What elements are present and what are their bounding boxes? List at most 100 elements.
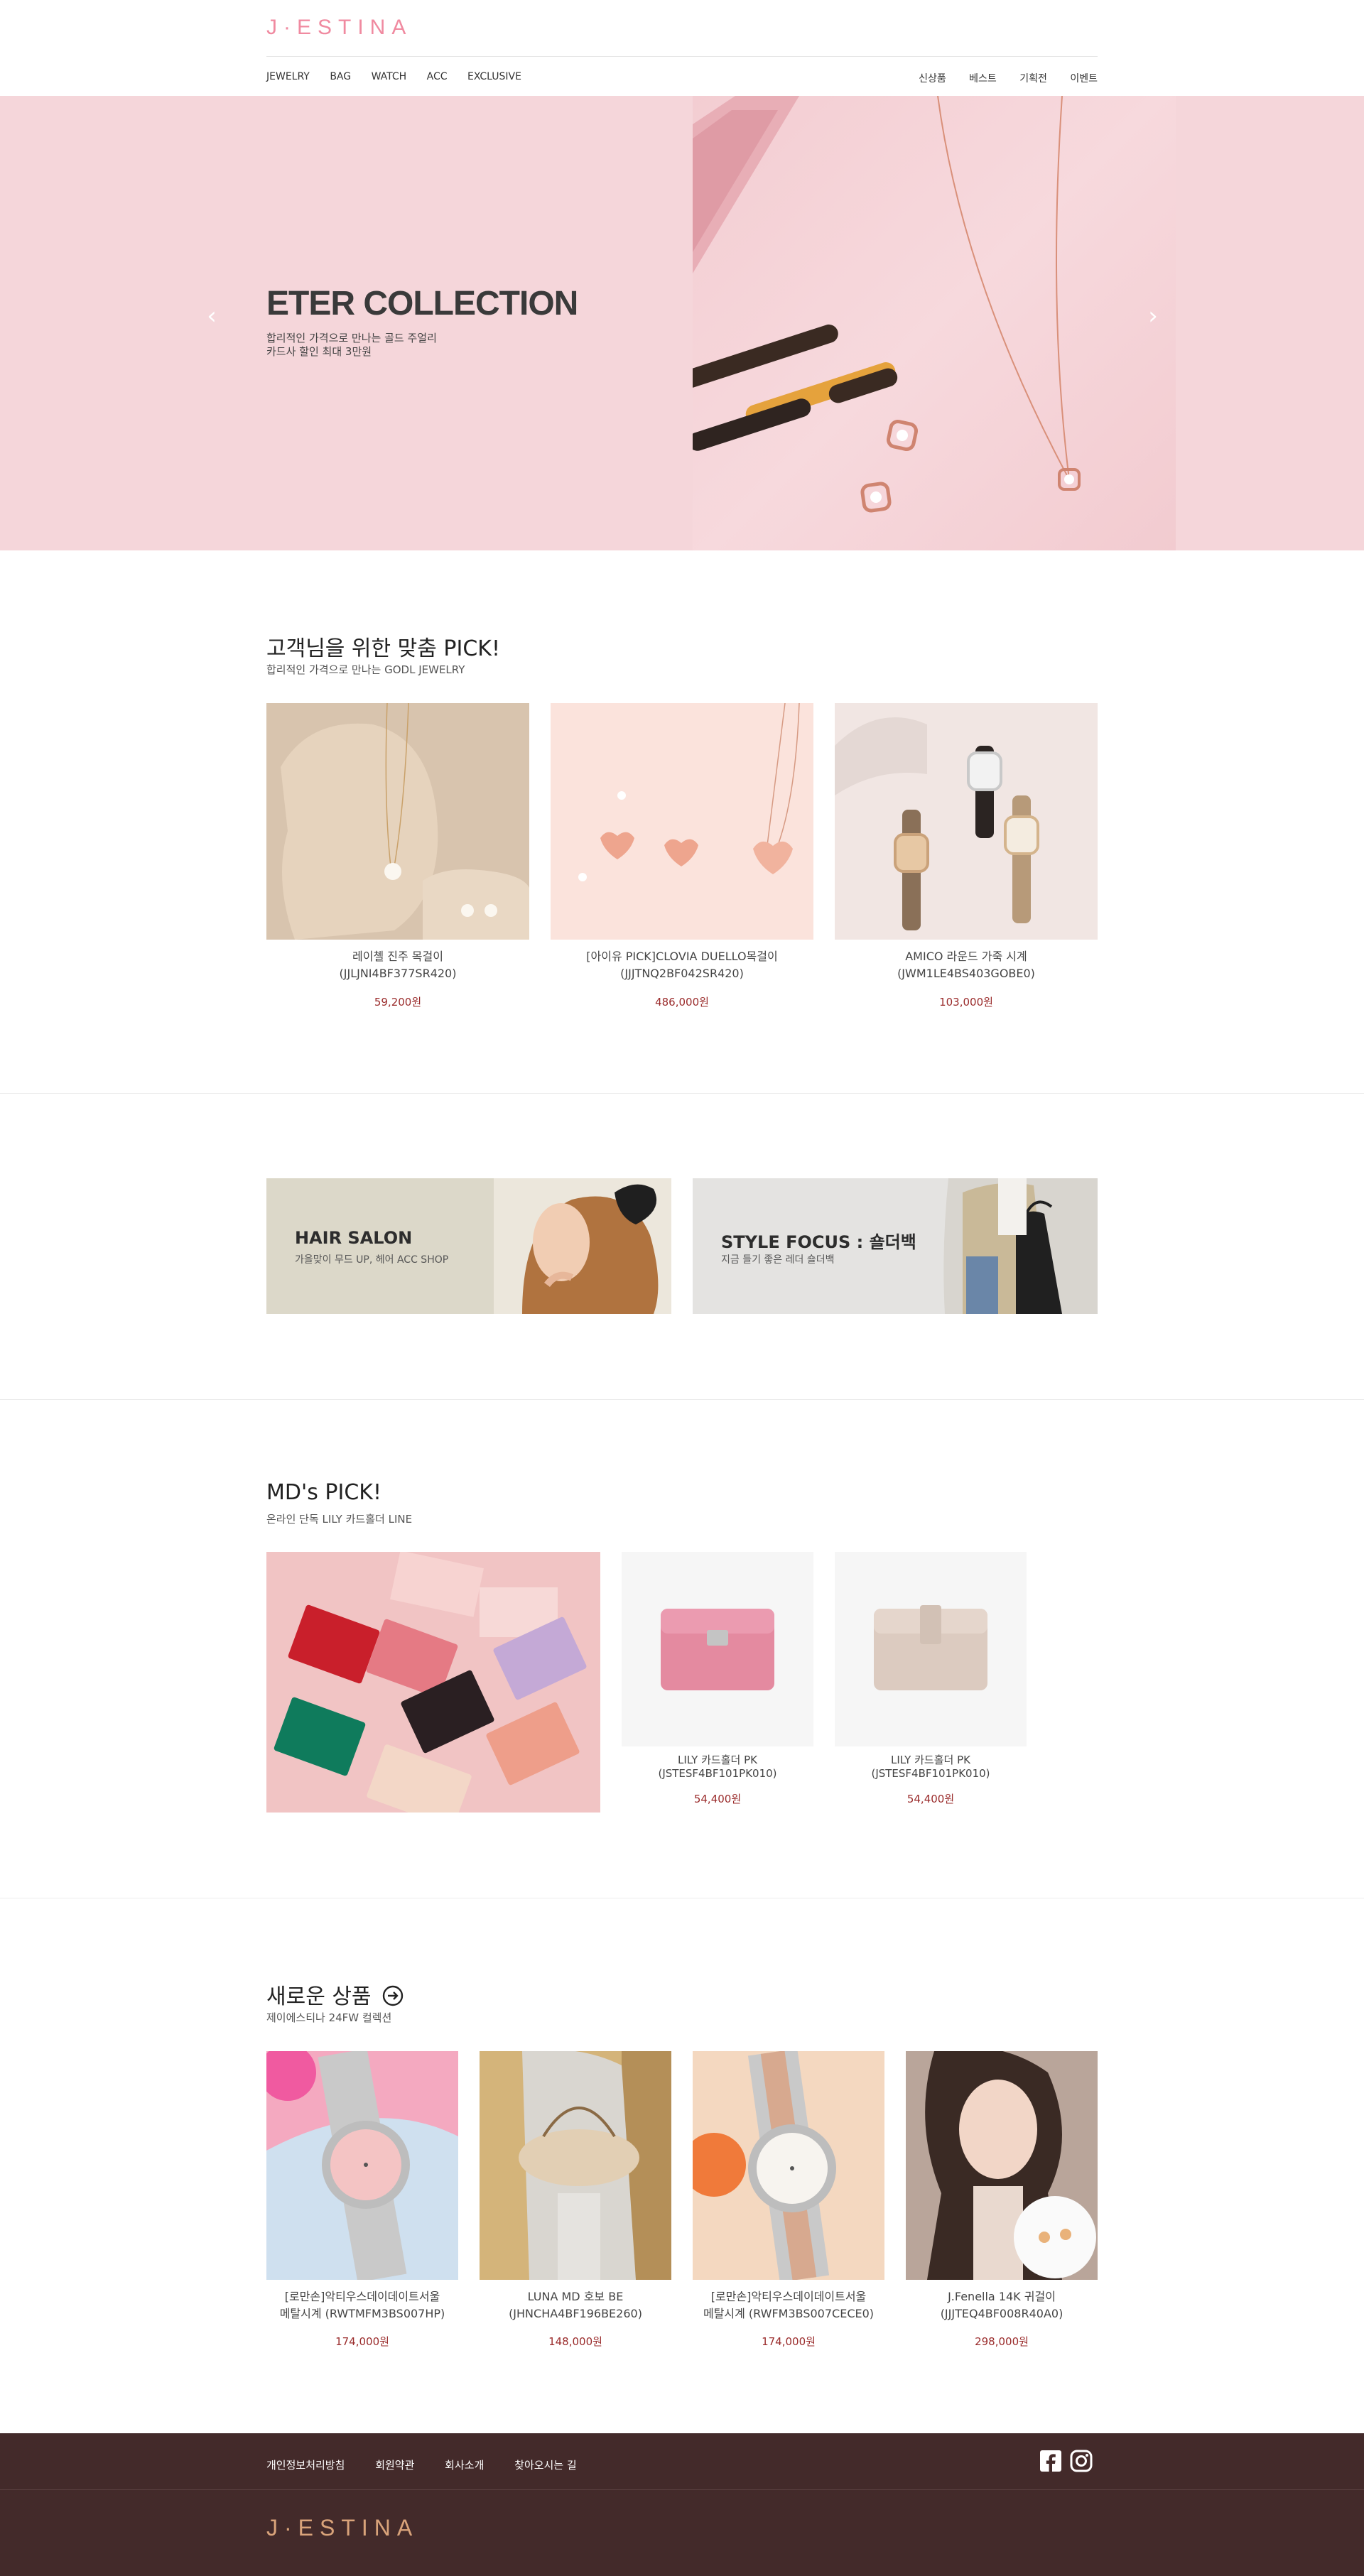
nav-events[interactable]: 이벤트 — [1070, 71, 1098, 85]
product-name[interactable]: LILY 카드홀더 PK (JSTESF4BF101PK010) — [835, 1754, 1027, 1781]
product-price: 298,000원 — [975, 2335, 1029, 2348]
footer-logo[interactable]: J·ESTINA — [266, 2515, 418, 2541]
banner-subtitle: 가을맞이 무드 UP, 헤어 ACC SHOP — [295, 1254, 449, 1266]
nav-best[interactable]: 베스트 — [969, 71, 997, 85]
product-name-line1: LUNA MD 호보 BE — [527, 2290, 624, 2303]
product-image-earring-model — [906, 2051, 1098, 2280]
product-card[interactable]: LUNA MD 호보 BE (JHNCHA4BF196BE260) 148,00… — [480, 2051, 671, 2357]
hero-prev-arrow-icon[interactable]: ‹ — [197, 302, 226, 330]
product-name[interactable]: LILY 카드홀더 PK (JSTESF4BF101PK010) — [622, 1754, 813, 1781]
banner-hair-salon[interactable]: HAIR SALON 가을맞이 무드 UP, 헤어 ACC SHOP — [266, 1178, 671, 1314]
new-section-subtitle: 제이에스티나 24FW 컬렉션 — [266, 2011, 392, 2024]
product-price: 59,200원 — [374, 996, 422, 1009]
nav-watch[interactable]: WATCH — [372, 71, 407, 82]
product-price: 174,000원 — [335, 2335, 389, 2348]
banner-title: STYLE FOCUS : 숄더백 — [721, 1232, 916, 1252]
product-image-white-dial-watch — [693, 2051, 884, 2280]
product-image-pink-cardholder — [622, 1552, 813, 1746]
nav-jewelry[interactable]: JEWELRY — [266, 71, 310, 82]
product-card[interactable]: AMICO 라운드 가죽 시계 (JWM1LE4BS403GOBE0) 103,… — [835, 703, 1098, 1016]
nav-exclusive[interactable]: EXCLUSIVE — [467, 71, 521, 82]
product-name[interactable]: LUNA MD 호보 BE (JHNCHA4BF196BE260) — [480, 2288, 671, 2322]
md-feature-image[interactable] — [266, 1552, 600, 1813]
main-nav: JEWELRY BAG WATCH ACC EXCLUSIVE 신상품 베스트 … — [266, 71, 1098, 87]
product-name[interactable]: 레이첼 진주 목걸이 (JJLJNI4BF377SR420) — [266, 948, 529, 982]
product-name-line1: [아이유 PICK]CLOVIA DUELLO목걸이 — [586, 950, 778, 963]
product-price: 148,000원 — [548, 2335, 602, 2348]
product-name-line1: AMICO 라운드 가죽 시계 — [905, 950, 1027, 963]
product-name-line1: [로만손]악티우스데이데이트서울 — [710, 2290, 867, 2303]
md-section-title: MD's PICK! — [266, 1480, 381, 1505]
product-name-line2: (JWM1LE4BS403GOBE0) — [897, 967, 1035, 980]
nav-bag[interactable]: BAG — [330, 71, 351, 82]
product-card[interactable]: 레이첼 진주 목걸이 (JJLJNI4BF377SR420) 59,200원 — [266, 703, 529, 1016]
product-name-line1: LILY 카드홀더 PK — [678, 1754, 757, 1766]
product-price: 54,400원 — [693, 1793, 742, 1805]
section-divider — [0, 1093, 1364, 1094]
hero-banner[interactable]: ETER COLLECTION 합리적인 가격으로 만나는 골드 주얼리 카드사… — [0, 96, 1364, 550]
banner-style-focus[interactable]: STYLE FOCUS : 숄더백 지금 들기 좋은 레더 숄더백 — [693, 1178, 1098, 1314]
footer-link-privacy[interactable]: 개인정보처리방침 — [266, 2459, 345, 2472]
product-card[interactable]: [로만손]악티우스데이데이트서울 메탈시계 (RWFM3BS007CECE0) … — [693, 2051, 884, 2357]
product-name[interactable]: [로만손]악티우스데이데이트서울 메탈시계 (RWTMFM3BS007HP) — [266, 2288, 458, 2322]
banner-title: HAIR SALON — [295, 1228, 413, 1248]
product-name[interactable]: [로만손]악티우스데이데이트서울 메탈시계 (RWFM3BS007CECE0) — [693, 2288, 884, 2322]
facebook-icon[interactable] — [1039, 2449, 1063, 2473]
arrow-circle-icon[interactable] — [382, 1985, 404, 2006]
hero-subtitle: 합리적인 가격으로 만나는 골드 주얼리 카드사 할인 최대 3만원 — [266, 332, 437, 359]
hero-subtitle-line2: 카드사 할인 최대 3만원 — [266, 345, 372, 358]
site-footer: 개인정보처리방침 회원약관 회사소개 찾아오시는 길 J·ESTINA — [0, 2433, 1364, 2576]
product-image-beige-cardholder — [835, 1552, 1027, 1746]
footer-link-terms[interactable]: 회원약관 — [375, 2459, 414, 2472]
hero-necklace-image — [681, 96, 1176, 550]
product-name[interactable]: AMICO 라운드 가죽 시계 (JWM1LE4BS403GOBE0) — [835, 948, 1098, 982]
nav-acc[interactable]: ACC — [427, 71, 448, 82]
footer-links: 개인정보처리방침 회원약관 회사소개 찾아오시는 길 — [266, 2457, 604, 2472]
product-image-pearl-necklace — [266, 703, 529, 940]
product-name-line2: (JJLJNI4BF377SR420) — [339, 967, 457, 980]
product-name-line1: LILY 카드홀더 PK — [891, 1754, 970, 1766]
product-name[interactable]: J.Fenella 14K 귀걸이 (JJJTEQ4BF008R40A0) — [906, 2288, 1098, 2322]
site-logo[interactable]: J·ESTINA — [266, 16, 412, 40]
nav-promotions[interactable]: 기획전 — [1019, 71, 1047, 85]
product-name-line2: (JJJTEQ4BF008R40A0) — [940, 2307, 1063, 2320]
product-card[interactable]: [아이유 PICK]CLOVIA DUELLO목걸이 (JJJTNQ2BF042… — [551, 703, 813, 1016]
product-card[interactable]: [로만손]악티우스데이데이트서울 메탈시계 (RWTMFM3BS007HP) 1… — [266, 2051, 458, 2357]
product-name-line2: 메탈시계 (RWTMFM3BS007HP) — [279, 2307, 445, 2320]
product-name-line1: 레이첼 진주 목걸이 — [352, 950, 443, 963]
product-name-line2: (JSTESF4BF101PK010) — [871, 1767, 990, 1780]
product-card[interactable]: J.Fenella 14K 귀걸이 (JJJTEQ4BF008R40A0) 29… — [906, 2051, 1098, 2357]
product-card[interactable]: LILY 카드홀더 PK (JSTESF4BF101PK010) 54,400원 — [622, 1552, 813, 1808]
product-image-hobo-bag — [480, 2051, 671, 2280]
new-section-title-wrap[interactable]: 새로운 상품 — [266, 1979, 404, 2010]
product-price: 103,000원 — [939, 996, 993, 1009]
new-section-title: 새로운 상품 — [266, 1984, 372, 2009]
product-image-heart-necklace — [551, 703, 813, 940]
product-name-line2: (JSTESF4BF101PK010) — [658, 1767, 777, 1780]
product-name-line1: J.Fenella 14K 귀걸이 — [948, 2290, 1056, 2303]
footer-link-company[interactable]: 회사소개 — [445, 2459, 484, 2472]
nav-new-arrivals[interactable]: 신상품 — [919, 71, 946, 85]
banner-subtitle: 지금 들기 좋은 레더 숄더백 — [721, 1254, 835, 1266]
product-name-line1: [로만손]악티우스데이데이트서울 — [284, 2290, 440, 2303]
footer-link-directions[interactable]: 찾아오시는 길 — [514, 2459, 577, 2472]
header-divider — [266, 56, 1098, 57]
product-name-line2: 메탈시계 (RWFM3BS007CECE0) — [703, 2307, 875, 2320]
hero-title: ETER COLLECTION — [266, 285, 578, 322]
pick-section-subtitle: 합리적인 가격으로 만나는 GODL JEWELRY — [266, 663, 465, 676]
hero-next-arrow-icon[interactable]: › — [1139, 302, 1167, 330]
product-name-line2: (JJJTNQ2BF042SR420) — [620, 967, 744, 980]
product-price: 486,000원 — [655, 996, 709, 1009]
product-price: 174,000원 — [762, 2335, 816, 2348]
section-divider — [0, 1399, 1364, 1400]
product-image-leather-watch — [835, 703, 1098, 940]
hero-subtitle-line1: 합리적인 가격으로 만나는 골드 주얼리 — [266, 332, 437, 344]
product-card[interactable]: LILY 카드홀더 PK (JSTESF4BF101PK010) 54,400원 — [835, 1552, 1027, 1808]
footer-divider — [0, 2489, 1364, 2490]
product-image-pink-dial-watch — [266, 2051, 458, 2280]
product-name-line2: (JHNCHA4BF196BE260) — [509, 2307, 642, 2320]
pick-section-title: 고객님을 위한 맞춤 PICK! — [266, 636, 500, 661]
product-price: 54,400원 — [906, 1793, 955, 1805]
product-name[interactable]: [아이유 PICK]CLOVIA DUELLO목걸이 (JJJTNQ2BF042… — [551, 948, 813, 982]
instagram-icon[interactable] — [1069, 2449, 1093, 2473]
